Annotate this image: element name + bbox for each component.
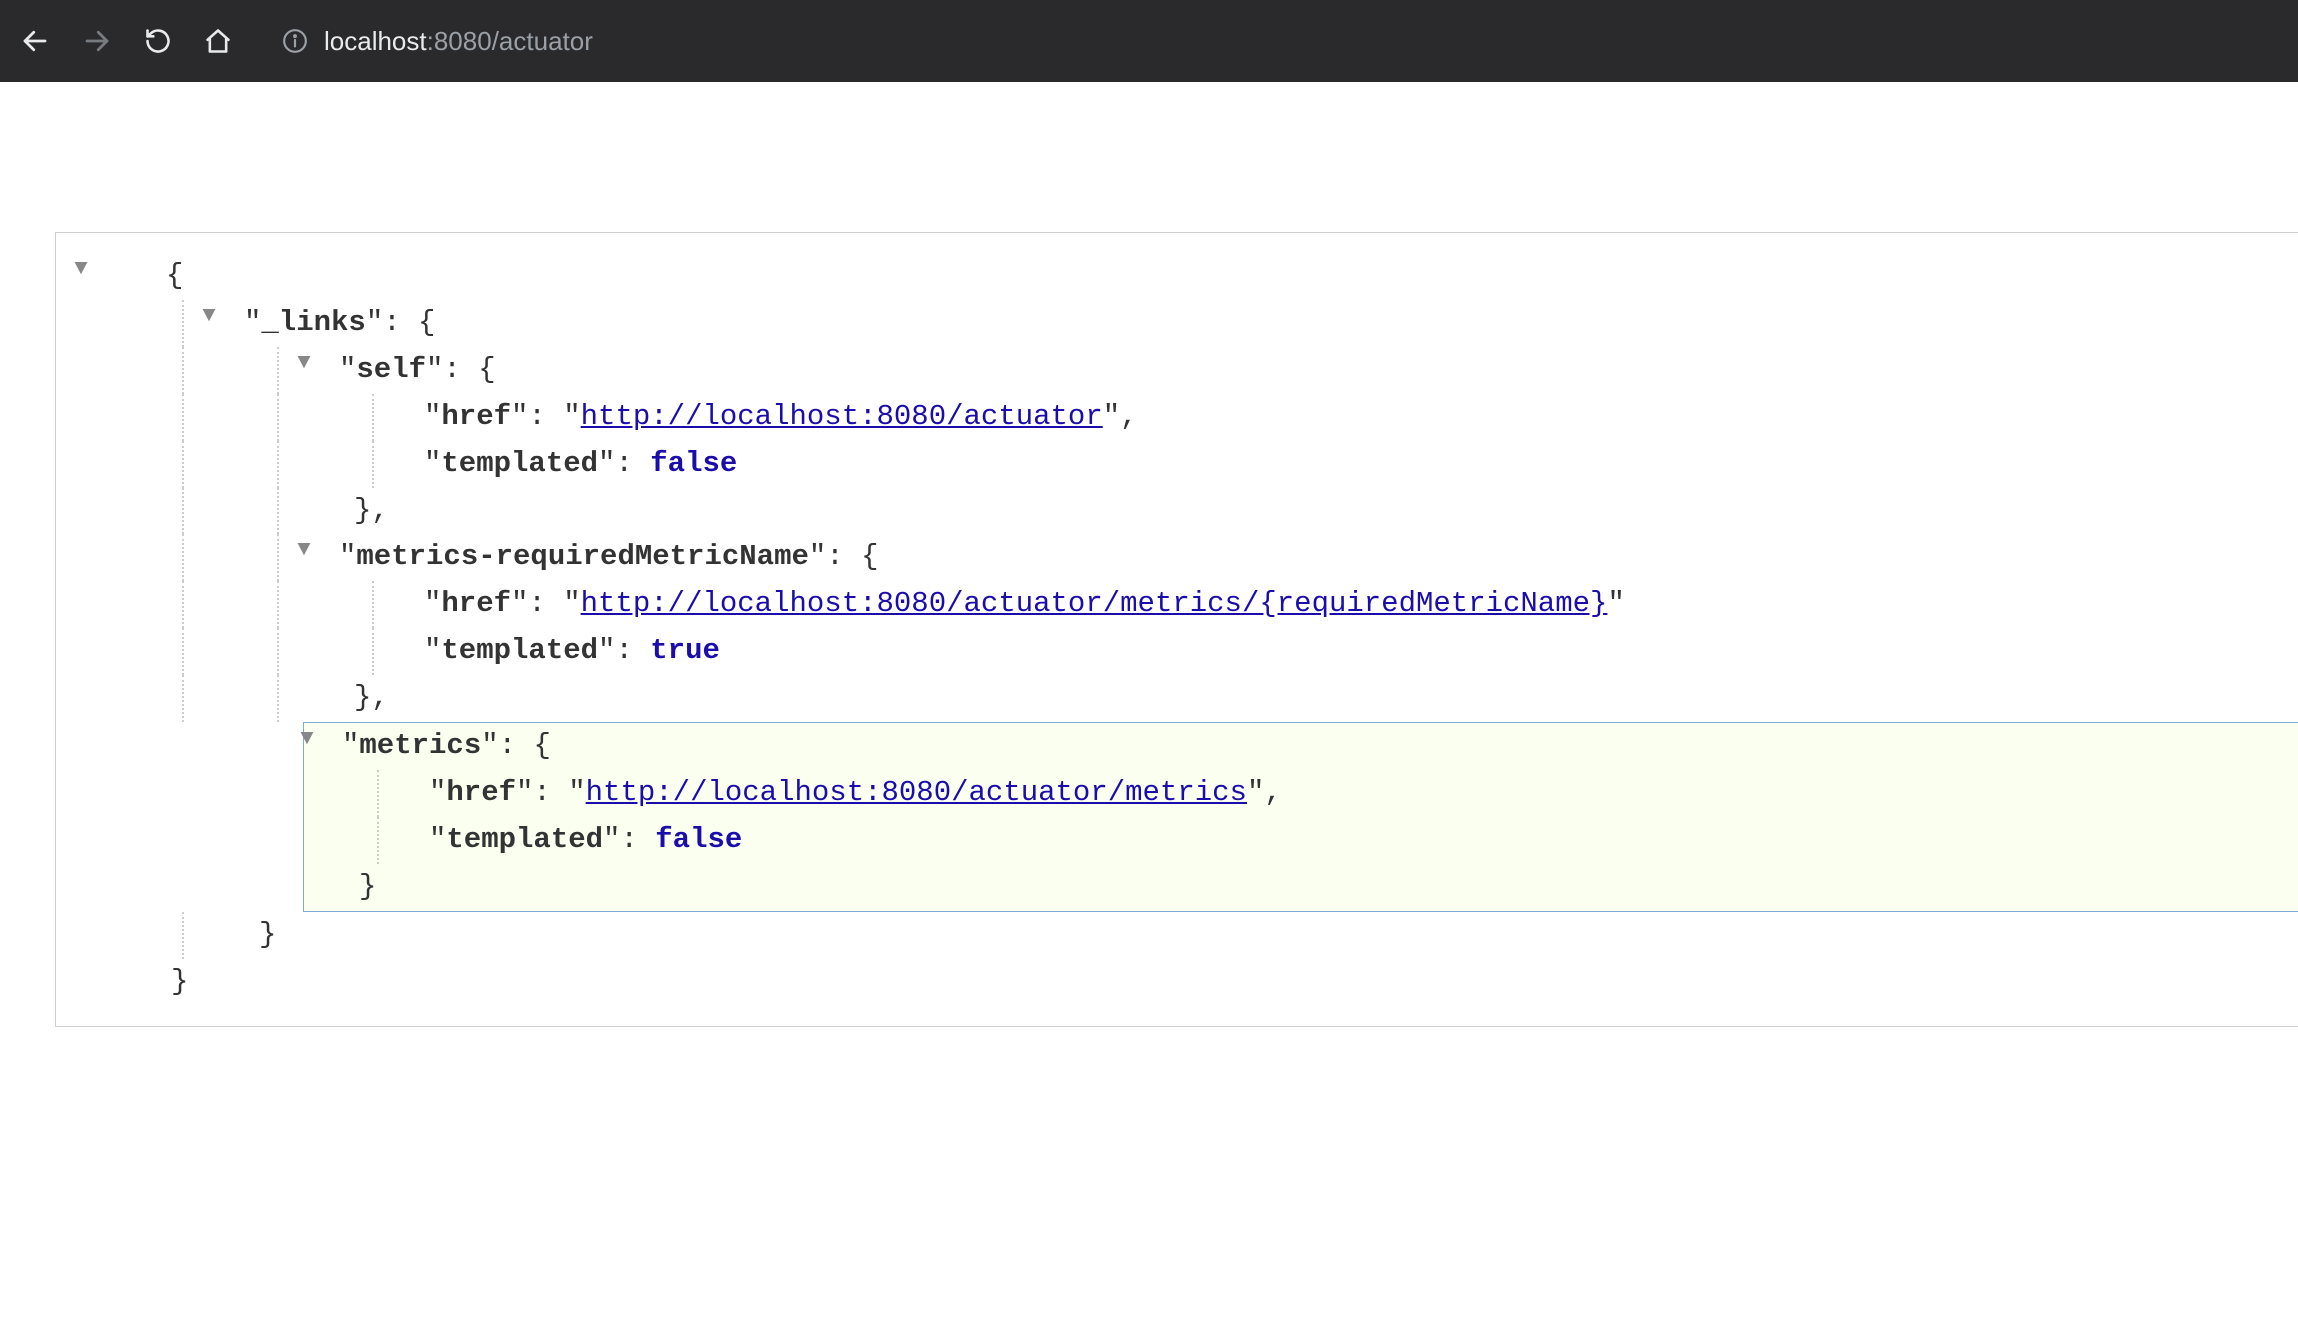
- url-text: localhost:8080/actuator: [324, 26, 593, 57]
- home-button[interactable]: [204, 27, 232, 55]
- json-line: }: [56, 912, 2298, 959]
- site-info-icon[interactable]: [282, 28, 308, 54]
- json-key: _links: [261, 306, 365, 339]
- toggle-icon[interactable]: [66, 253, 96, 300]
- json-line: {: [56, 253, 2298, 300]
- json-key: self: [356, 353, 426, 386]
- json-line: }: [304, 864, 2298, 911]
- json-key: templated: [441, 447, 598, 480]
- brace-close: },: [354, 681, 389, 714]
- json-line: "href": "http://localhost:8080/actuator/…: [304, 770, 2298, 817]
- json-line: "templated": true: [56, 628, 2298, 675]
- json-link[interactable]: http://localhost:8080/actuator/metrics: [586, 776, 1247, 809]
- json-line: }: [56, 959, 2298, 1006]
- json-key: href: [446, 776, 516, 809]
- brace-close: }: [259, 918, 276, 951]
- toggle-icon[interactable]: [194, 300, 224, 347]
- json-key: templated: [441, 634, 598, 667]
- address-bar[interactable]: localhost:8080/actuator: [282, 26, 593, 57]
- json-key: metrics: [359, 729, 481, 762]
- json-key: metrics-requiredMetricName: [356, 540, 808, 573]
- json-line: "templated": false: [56, 441, 2298, 488]
- brace-close: }: [171, 965, 188, 998]
- json-line: "metrics": {: [304, 723, 2298, 770]
- brace-close: }: [359, 870, 376, 903]
- forward-button[interactable]: [82, 26, 112, 56]
- json-key: href: [441, 400, 511, 433]
- brace-open: {: [166, 259, 183, 292]
- nav-controls: [20, 26, 232, 56]
- back-button[interactable]: [20, 26, 50, 56]
- toggle-icon[interactable]: [292, 723, 322, 770]
- json-bool: true: [650, 634, 720, 667]
- url-path: /actuator: [492, 26, 593, 56]
- json-content-area: { "_links": { "self": {: [0, 82, 2298, 1027]
- browser-toolbar: localhost:8080/actuator: [0, 0, 2298, 82]
- toggle-icon[interactable]: [289, 347, 319, 394]
- url-host: localhost: [324, 26, 427, 56]
- json-bool: false: [655, 823, 742, 856]
- json-key: templated: [446, 823, 603, 856]
- json-line: "templated": false: [304, 817, 2298, 864]
- highlighted-json-block: "metrics": { "href": "http://localhost:8…: [303, 722, 2298, 912]
- brace-close: },: [354, 494, 389, 527]
- json-line: },: [56, 675, 2298, 722]
- json-link[interactable]: http://localhost:8080/actuator: [581, 400, 1103, 433]
- json-viewer: { "_links": { "self": {: [55, 232, 2298, 1027]
- reload-button[interactable]: [144, 27, 172, 55]
- json-key: href: [441, 587, 511, 620]
- toggle-icon[interactable]: [289, 534, 319, 581]
- json-line: "metrics-requiredMetricName": {: [56, 534, 2298, 581]
- json-line: "href": "http://localhost:8080/actuator"…: [56, 394, 2298, 441]
- json-line: "_links": {: [56, 300, 2298, 347]
- json-line: "self": {: [56, 347, 2298, 394]
- json-line: "href": "http://localhost:8080/actuator/…: [56, 581, 2298, 628]
- json-bool: false: [650, 447, 737, 480]
- url-port: :8080: [427, 26, 492, 56]
- json-line: },: [56, 488, 2298, 535]
- json-link[interactable]: http://localhost:8080/actuator/metrics/{…: [581, 587, 1608, 620]
